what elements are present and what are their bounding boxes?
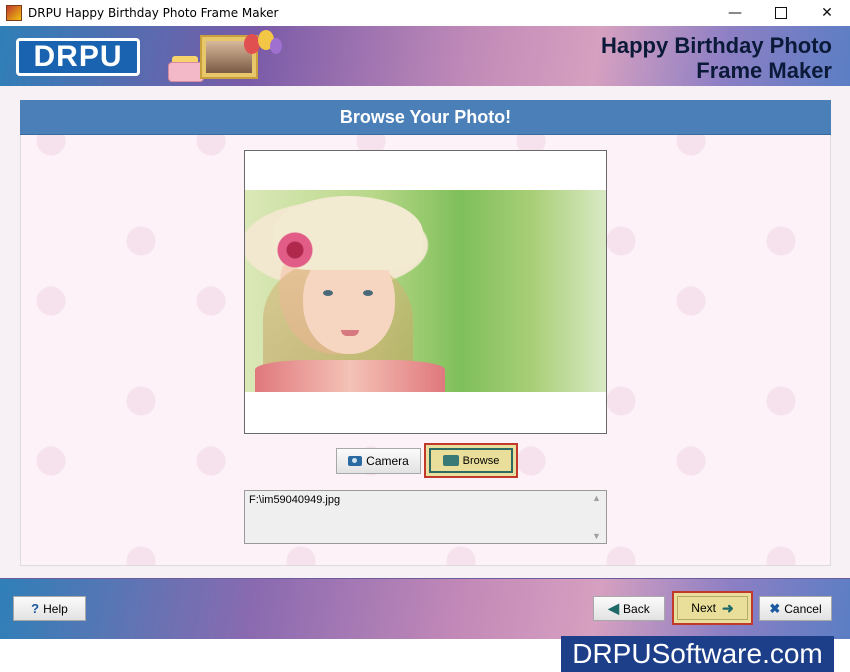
- maximize-button[interactable]: [758, 0, 804, 26]
- next-button[interactable]: Next ➜: [672, 591, 753, 625]
- camera-icon: [348, 456, 363, 466]
- next-label: Next: [691, 601, 716, 615]
- close-button[interactable]: ✕: [804, 0, 850, 26]
- close-icon: ✕: [821, 5, 833, 21]
- file-path-text: F:\im59040949.jpg: [249, 494, 341, 506]
- cake-decoration: [168, 62, 204, 82]
- photo-flower: [277, 230, 313, 270]
- help-label: Help: [43, 601, 68, 616]
- back-label: Back: [623, 601, 650, 616]
- photo-eye: [363, 290, 373, 296]
- browse-button-inner: Browse: [429, 448, 513, 473]
- help-icon: ?: [31, 601, 40, 616]
- cancel-button[interactable]: ✖ Cancel: [759, 596, 832, 621]
- section-title: Browse Your Photo!: [20, 100, 831, 135]
- cancel-label: Cancel: [784, 601, 822, 616]
- app-title: Happy Birthday Photo Frame Maker: [601, 33, 832, 83]
- camera-button[interactable]: Camera: [336, 448, 421, 474]
- header-banner: DRPU Happy Birthday Photo Frame Maker: [0, 26, 850, 86]
- minimize-icon: —: [728, 5, 742, 21]
- camera-label: Camera: [366, 454, 409, 468]
- photo-preview: [245, 190, 606, 392]
- window-titlebar: DRPU Happy Birthday Photo Frame Maker — …: [0, 0, 850, 27]
- drpu-logo: DRPU: [16, 38, 140, 76]
- cancel-x-icon: ✖: [769, 600, 781, 616]
- scroll-up-icon[interactable]: ▲: [592, 493, 601, 503]
- back-arrow-icon: ◀: [608, 600, 620, 616]
- app-icon: [6, 5, 22, 21]
- help-button[interactable]: ? Help: [13, 596, 86, 621]
- app-title-line1: Happy Birthday Photo: [600, 33, 832, 58]
- file-path-scrollbar[interactable]: ▲ ▼: [590, 493, 604, 541]
- file-path-field[interactable]: F:\im59040949.jpg ▲ ▼: [244, 490, 607, 544]
- window-title: DRPU Happy Birthday Photo Frame Maker: [28, 6, 279, 20]
- browse-label: Browse: [462, 454, 500, 467]
- photo-eye: [323, 290, 333, 296]
- maximize-icon: [775, 7, 787, 19]
- balloon-decoration: [270, 38, 282, 54]
- scroll-down-icon[interactable]: ▼: [592, 531, 601, 541]
- minimize-button[interactable]: —: [712, 0, 758, 26]
- next-button-inner: Next ➜: [677, 596, 748, 620]
- back-button[interactable]: ◀ Back: [593, 596, 665, 621]
- folder-icon: [442, 455, 459, 466]
- brand-footer: DRPUSoftware.com: [561, 636, 834, 672]
- photo-dress: [255, 360, 445, 392]
- browse-button[interactable]: Browse: [424, 443, 518, 478]
- app-title-line2: Frame Maker: [696, 58, 832, 83]
- next-arrow-icon: ➜: [721, 599, 734, 616]
